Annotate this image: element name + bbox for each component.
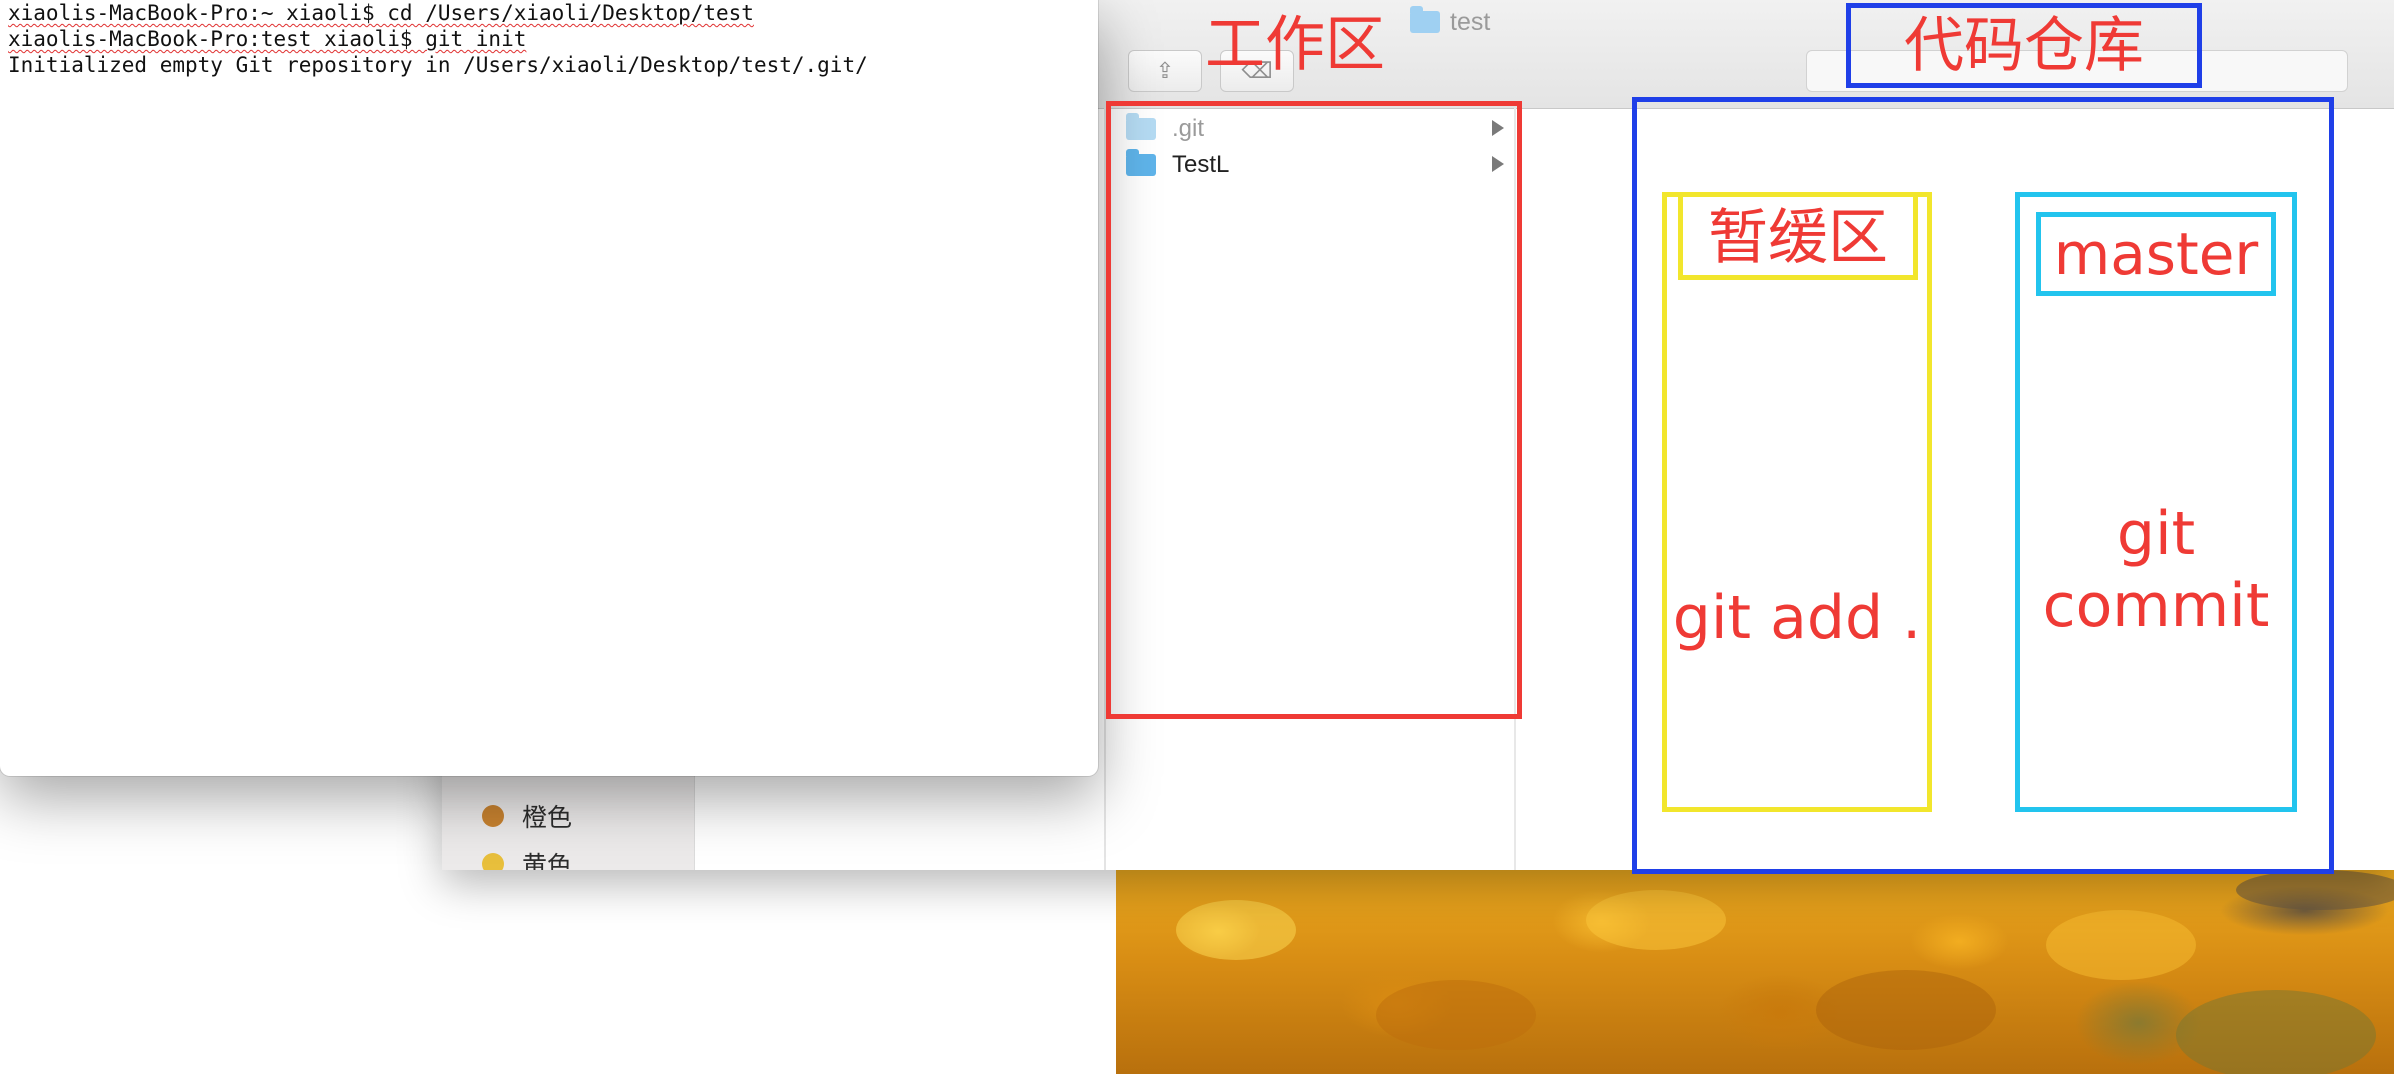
foliage-patch xyxy=(1816,970,1996,1050)
staging-command: git add . xyxy=(1672,583,1922,653)
share-icon: ⇪ xyxy=(1155,58,1175,83)
terminal-window[interactable]: xiaolis-MacBook-Pro:~ xiaoli$ cd /Users/… xyxy=(0,0,1098,776)
workspace-label: 工作区 xyxy=(1205,10,1385,80)
branch-command-line2: commit xyxy=(2042,571,2270,641)
window-title-text: test xyxy=(1450,7,1491,36)
orange-tag-dot-icon xyxy=(482,805,504,827)
share-button[interactable]: ⇪ xyxy=(1128,50,1202,92)
desktop-wallpaper xyxy=(1116,870,2394,1074)
staging-label: 暂缓区 xyxy=(1708,203,1888,273)
window-title: test xyxy=(1410,6,1490,38)
yellow-tag-dot-icon xyxy=(482,853,504,870)
sidebar-tag-orange[interactable]: 橙色 xyxy=(482,796,572,836)
rock-patch xyxy=(2236,870,2394,910)
terminal-line-text: xiaolis-MacBook-Pro:~ xiaoli$ cd /Users/… xyxy=(8,1,754,25)
foliage-patch xyxy=(1586,890,1726,950)
sidebar-tag-yellow[interactable]: 黄色 xyxy=(482,844,572,870)
workspace-box xyxy=(1106,101,1522,719)
terminal-line-text: xiaolis-MacBook-Pro:test xiaoli$ git ini… xyxy=(8,27,527,51)
terminal-line-text: Initialized empty Git repository in /Use… xyxy=(8,53,868,77)
terminal-line: xiaolis-MacBook-Pro:test xiaoli$ git ini… xyxy=(8,26,526,52)
branch-command-line1: git xyxy=(2116,499,2196,569)
tag-label: 黄色 xyxy=(522,852,573,870)
foliage-patch xyxy=(1376,980,1536,1050)
foliage-patch xyxy=(1176,900,1296,960)
foliage-patch xyxy=(2176,990,2376,1074)
terminal-line: xiaolis-MacBook-Pro:~ xiaoli$ cd /Users/… xyxy=(8,0,754,26)
foliage-patch xyxy=(2046,910,2196,980)
folder-icon xyxy=(1410,6,1440,33)
tag-label: 橙色 xyxy=(522,804,573,832)
branch-label: master xyxy=(2053,220,2259,288)
staging-box xyxy=(1662,192,1932,812)
terminal-line: Initialized empty Git repository in /Use… xyxy=(8,52,868,78)
repository-label: 代码仓库 xyxy=(1904,11,2144,81)
